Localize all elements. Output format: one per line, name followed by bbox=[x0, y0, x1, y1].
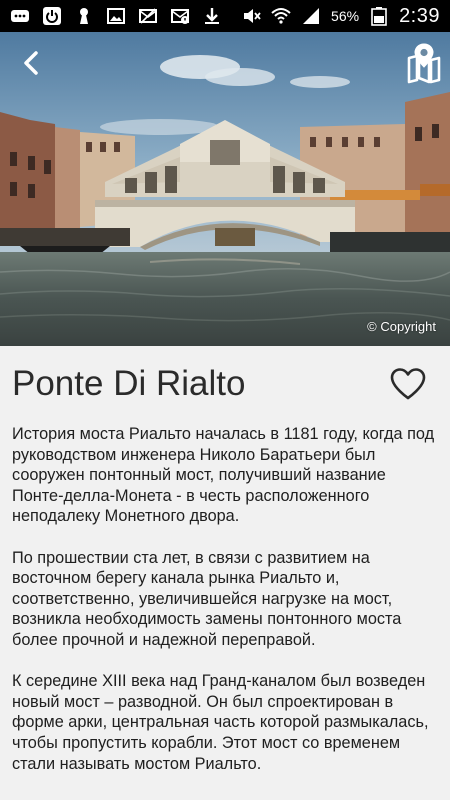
place-details: Ponte Di Rialto История моста Риальто на… bbox=[0, 346, 450, 800]
mail-off-icon bbox=[138, 6, 158, 26]
rialto-bridge-photo bbox=[0, 32, 450, 346]
description-paragraph: К середине XIII века над Гранд-каналом б… bbox=[12, 672, 429, 773]
description-paragraph: История моста Риальто началась в 1181 го… bbox=[12, 425, 435, 526]
map-pin-icon bbox=[407, 43, 441, 84]
favorite-button[interactable] bbox=[388, 366, 428, 402]
battery-icon bbox=[369, 6, 389, 26]
download-icon bbox=[202, 6, 222, 26]
keyhole-icon bbox=[74, 6, 94, 26]
heart-outline-icon bbox=[390, 368, 426, 400]
clock: 2:39 bbox=[399, 4, 440, 27]
copyright-label: © Copyright bbox=[367, 319, 436, 334]
page-title: Ponte Di Rialto bbox=[12, 364, 246, 403]
mail-alert-icon bbox=[170, 6, 190, 26]
mute-icon bbox=[241, 6, 261, 26]
back-button[interactable] bbox=[14, 46, 48, 80]
map-button[interactable] bbox=[404, 40, 444, 86]
menu-dots-icon bbox=[10, 6, 30, 26]
wifi-icon bbox=[271, 6, 291, 26]
battery-percent: 56% bbox=[331, 8, 360, 24]
system-icons: 56% 2:39 bbox=[241, 5, 440, 28]
status-bar: 56% 2:39 bbox=[0, 0, 450, 32]
description: История моста Риальто началась в 1181 го… bbox=[12, 424, 440, 795]
chevron-left-icon bbox=[24, 51, 38, 75]
notification-icons bbox=[10, 6, 222, 26]
description-paragraph: По прошествии ста лет, в связи с развити… bbox=[12, 548, 402, 649]
hero-image bbox=[0, 32, 450, 346]
power-icon bbox=[42, 6, 62, 26]
image-icon bbox=[106, 6, 126, 26]
signal-icon bbox=[301, 6, 321, 26]
